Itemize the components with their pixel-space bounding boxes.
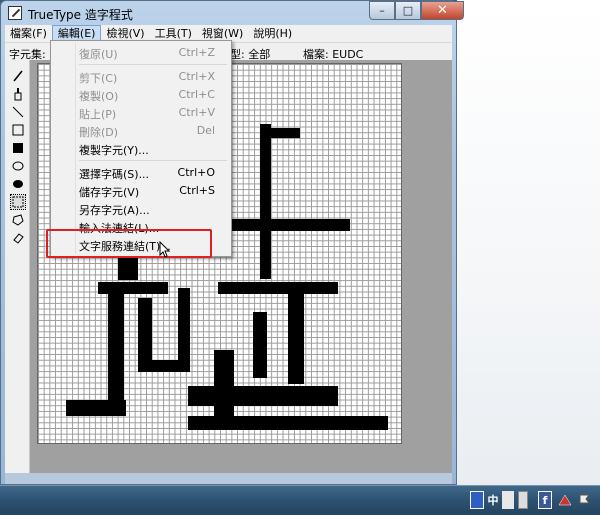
close-button[interactable]: ✕ — [421, 1, 464, 20]
window-title: TrueType 造字程式 — [28, 8, 133, 22]
menu-delete[interactable]: 刪除(D) Del — [79, 122, 229, 139]
menu-shortcut: Ctrl+X — [178, 70, 215, 83]
menu-separator — [79, 160, 227, 161]
menu-shortcut: Del — [196, 124, 215, 137]
menu-copy-character[interactable]: 複製字元(Y)... — [79, 140, 229, 157]
menu-select-code[interactable]: 選擇字碼(S)... Ctrl+O — [79, 164, 229, 181]
hollow-rect-icon[interactable] — [10, 122, 26, 138]
network-icon[interactable] — [558, 491, 572, 509]
eraser-icon[interactable] — [10, 230, 26, 246]
menu-label: 另存字元(A)... — [79, 204, 150, 217]
pencil-icon[interactable] — [10, 68, 26, 84]
menu-label: 貼上(P) — [79, 108, 117, 121]
taskbar: 中 f — [0, 485, 600, 515]
line-icon[interactable] — [10, 104, 26, 120]
keyboard-icon[interactable] — [502, 491, 514, 509]
help-icon[interactable] — [518, 491, 528, 509]
ime-icon[interactable] — [470, 491, 484, 509]
highlight-box — [46, 229, 212, 258]
menu-label: 復原(U) — [79, 48, 118, 61]
app-icon — [8, 6, 22, 20]
mouse-cursor-icon — [159, 240, 171, 262]
menu-label: 選擇字碼(S)... — [79, 168, 150, 181]
menu-label: 儲存字元(V) — [79, 186, 140, 199]
ime-chinese-indicator[interactable]: 中 — [486, 491, 500, 509]
menu-help[interactable]: 說明(H) — [248, 25, 297, 42]
menu-cut[interactable]: 剪下(C) Ctrl+X — [79, 68, 229, 85]
menu-label: 剪下(C) — [79, 72, 118, 85]
menu-shortcut: Ctrl+C — [178, 88, 215, 101]
desktop-background — [457, 0, 600, 485]
filled-rect-icon[interactable] — [10, 140, 26, 156]
menu-label: 刪除(D) — [79, 126, 119, 139]
window-bottom-border — [5, 473, 452, 484]
edit-menu-dropdown: 復原(U) Ctrl+Z 剪下(C) Ctrl+X 複製(O) Ctrl+C 貼上(P… — [50, 40, 232, 257]
menu-shortcut: Ctrl+Z — [178, 46, 215, 59]
menu-shortcut: Ctrl+O — [177, 166, 215, 179]
title-bar: TrueType 造字程式 – □ ✕ — [1, 1, 464, 25]
menu-paste[interactable]: 貼上(P) Ctrl+V — [79, 104, 229, 121]
menu-copy[interactable]: 複製(O) Ctrl+C — [79, 86, 229, 103]
menu-save-character-as[interactable]: 另存字元(A)... — [79, 200, 229, 217]
menu-label: 複製(O) — [79, 90, 119, 103]
freeform-select-icon[interactable] — [10, 212, 26, 228]
toolbox — [5, 60, 30, 473]
brush-icon[interactable] — [10, 86, 26, 102]
menu-separator — [79, 64, 227, 65]
filled-ellipse-icon[interactable] — [10, 176, 26, 192]
menu-file[interactable]: 檔案(F) — [5, 25, 52, 42]
minimize-button[interactable]: – — [369, 1, 395, 20]
menu-save-character[interactable]: 儲存字元(V) Ctrl+S — [79, 182, 229, 199]
facebook-icon[interactable]: f — [538, 491, 552, 509]
flag-icon[interactable] — [578, 491, 592, 509]
menu-shortcut: Ctrl+S — [179, 184, 215, 197]
menu-undo[interactable]: 復原(U) Ctrl+Z — [79, 44, 229, 61]
menu-shortcut: Ctrl+V — [178, 106, 215, 119]
rect-select-icon[interactable] — [10, 194, 26, 210]
maximize-button[interactable]: □ — [395, 1, 421, 20]
menu-label: 複製字元(Y)... — [79, 144, 149, 157]
hollow-ellipse-icon[interactable] — [10, 158, 26, 174]
